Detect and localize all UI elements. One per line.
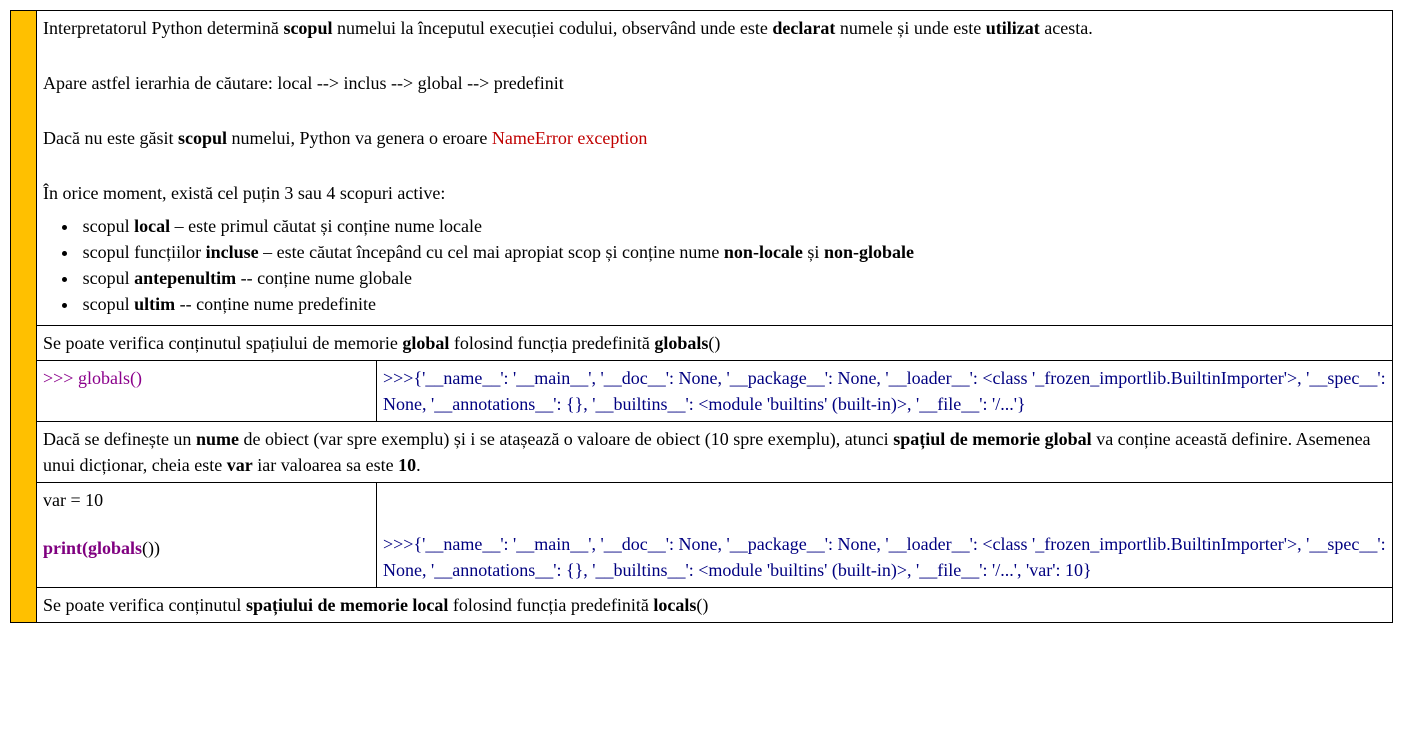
locals-intro-cell: Se poate verifica conținutul spațiului d…: [36, 588, 1392, 622]
text: scopul: [83, 268, 135, 288]
code-output-cell: >>>{'__name__': '__main__', '__doc__': N…: [377, 361, 1392, 421]
text: (): [696, 595, 708, 615]
para-active-scopes: În orice moment, există cel puțin 3 sau …: [43, 180, 1386, 206]
error-text: NameError exception: [492, 128, 647, 148]
text: Interpretatorul Python determină: [43, 18, 283, 38]
scope-list: scopul local – este primul căutat și con…: [79, 213, 1386, 317]
text: acesta.: [1040, 18, 1093, 38]
globals-intro-cell: Se poate verifica conținutul spațiului d…: [36, 326, 1392, 361]
text-bold: local: [134, 216, 170, 236]
globals-example-row: >>> globals() >>>{'__name__': '__main__'…: [36, 361, 1392, 422]
para-name-error: Dacă nu este găsit scopul numelui, Pytho…: [43, 125, 1386, 151]
content-column: Interpretatorul Python determină scopul …: [36, 11, 1392, 622]
document-table: Interpretatorul Python determină scopul …: [10, 10, 1393, 623]
text: Se poate verifica conținutul spațiului d…: [43, 333, 402, 353]
text: numelui la începutul execuției codului, …: [332, 18, 772, 38]
text: ()): [142, 538, 160, 558]
text-bold: globals: [654, 333, 708, 353]
text: (): [708, 333, 720, 353]
text: numelui, Python va genera o eroare: [227, 128, 492, 148]
left-accent-stripe: [11, 11, 36, 622]
code-line: var = 10: [43, 487, 370, 513]
text: – este căutat începând cu cel mai apropi…: [259, 242, 724, 262]
function-name: globals: [88, 538, 142, 558]
text: Se poate verifica conținutul: [43, 595, 246, 615]
output-text: >>>{'__name__': '__main__', '__doc__': N…: [383, 531, 1386, 583]
text-bold: nume: [196, 429, 239, 449]
var-example-row: var = 10 print(globals()) >>>{'__name__'…: [36, 483, 1392, 587]
list-item: scopul ultim -- conține nume predefinite: [79, 291, 1386, 317]
code-line: print(globals()): [43, 535, 370, 561]
text: scopul: [83, 216, 135, 236]
var-define-cell: Dacă se definește un nume de obiect (var…: [36, 422, 1392, 483]
text-bold: utilizat: [986, 18, 1040, 38]
text: și: [803, 242, 824, 262]
list-item: scopul antepenultim -- conține nume glob…: [79, 265, 1386, 291]
list-item: scopul funcțiilor incluse – este căutat …: [79, 239, 1386, 265]
text: scopul funcțiilor: [83, 242, 206, 262]
code-input-cell: var = 10 print(globals()): [37, 483, 377, 586]
text-bold: incluse: [206, 242, 259, 262]
keyword: print(: [43, 538, 88, 558]
text-bold: ultim: [134, 294, 175, 314]
text: de obiect (var spre exemplu) și i se ata…: [239, 429, 893, 449]
text: Dacă se definește un: [43, 429, 196, 449]
text-bold: 10: [398, 455, 416, 475]
text-bold: spațiul de memorie global: [893, 429, 1092, 449]
text-bold: var: [227, 455, 253, 475]
text: Dacă nu este găsit: [43, 128, 178, 148]
text-bold: spațiului de memorie local: [246, 595, 448, 615]
text-bold: scopul: [283, 18, 332, 38]
text: iar valoarea sa este: [253, 455, 398, 475]
text-bold: declarat: [772, 18, 835, 38]
text-bold: global: [402, 333, 449, 353]
text-bold: locals: [653, 595, 696, 615]
repl-prompt: >>> globals(): [43, 368, 142, 388]
text-bold: non-locale: [724, 242, 803, 262]
text: numele și unde este: [835, 18, 985, 38]
text: folosind funcția predefinită: [448, 595, 653, 615]
para-scope-determination: Interpretatorul Python determină scopul …: [43, 15, 1386, 41]
text: .: [416, 455, 421, 475]
text-bold: antepenultim: [134, 268, 236, 288]
text-bold: scopul: [178, 128, 227, 148]
text-bold: non-globale: [824, 242, 914, 262]
text: scopul: [83, 294, 135, 314]
code-output-cell: >>>{'__name__': '__main__', '__doc__': N…: [377, 483, 1392, 586]
scope-explanation-cell: Interpretatorul Python determină scopul …: [36, 11, 1392, 326]
text: folosind funcția predefinită: [449, 333, 654, 353]
text: -- conține nume globale: [236, 268, 412, 288]
list-item: scopul local – este primul căutat și con…: [79, 213, 1386, 239]
code-input-cell: >>> globals(): [37, 361, 377, 421]
text: -- conține nume predefinite: [175, 294, 376, 314]
text: – este primul căutat și conține nume loc…: [170, 216, 482, 236]
para-search-hierarchy: Apare astfel ierarhia de căutare: local …: [43, 70, 1386, 96]
